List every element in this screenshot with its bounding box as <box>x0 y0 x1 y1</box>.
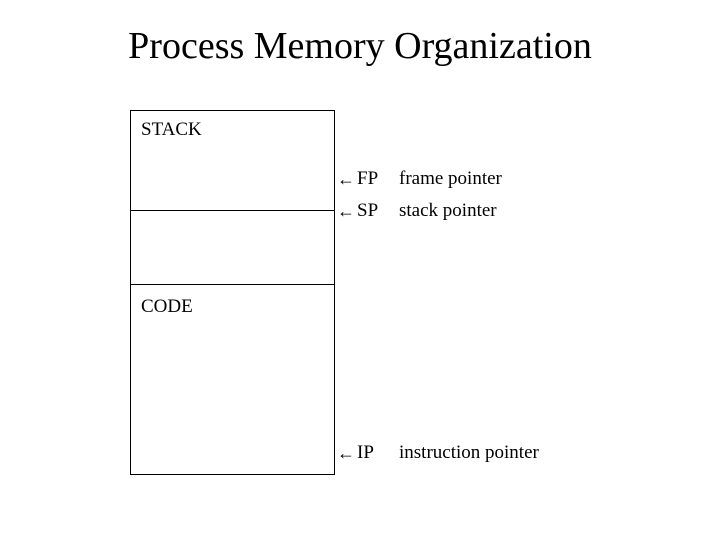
sp-pointer: ← SP stack pointer <box>337 200 497 222</box>
divider-code-top <box>130 284 335 285</box>
sp-desc: stack pointer <box>399 200 497 222</box>
left-arrow-icon: ← <box>337 202 355 220</box>
fp-pointer: ← FP frame pointer <box>337 168 502 190</box>
memory-diagram: STACK CODE ← FP frame pointer ← SP stack… <box>130 110 580 510</box>
stack-region-label: STACK <box>141 119 202 141</box>
sp-abbr: SP <box>357 200 381 222</box>
code-region-label: CODE <box>141 296 193 318</box>
divider-stack-bottom <box>130 210 335 211</box>
slide-title: Process Memory Organization <box>0 24 720 68</box>
fp-abbr: FP <box>357 168 381 190</box>
left-arrow-icon: ← <box>337 170 355 188</box>
fp-desc: frame pointer <box>399 168 502 190</box>
ip-pointer: ← IP instruction pointer <box>337 442 539 464</box>
left-arrow-icon: ← <box>337 444 355 462</box>
ip-abbr: IP <box>357 442 381 464</box>
ip-desc: instruction pointer <box>399 442 539 464</box>
memory-container: STACK CODE <box>130 110 335 475</box>
